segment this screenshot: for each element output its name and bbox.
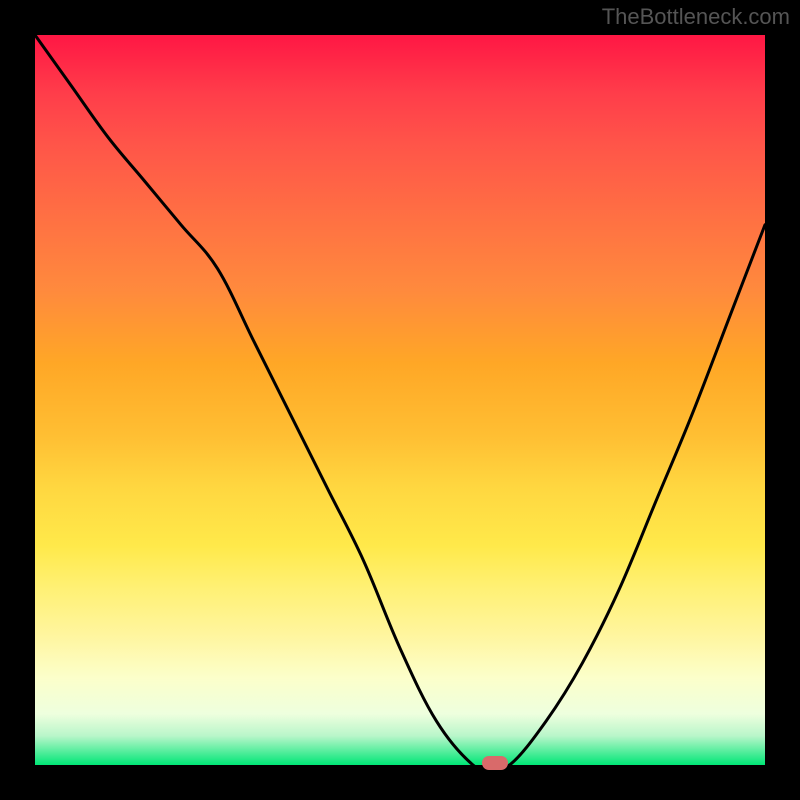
bottleneck-chart bbox=[35, 35, 765, 765]
optimal-marker bbox=[482, 756, 508, 770]
watermark: TheBottleneck.com bbox=[602, 4, 790, 30]
curve-svg bbox=[35, 35, 765, 765]
bottleneck-curve-path bbox=[35, 35, 765, 769]
